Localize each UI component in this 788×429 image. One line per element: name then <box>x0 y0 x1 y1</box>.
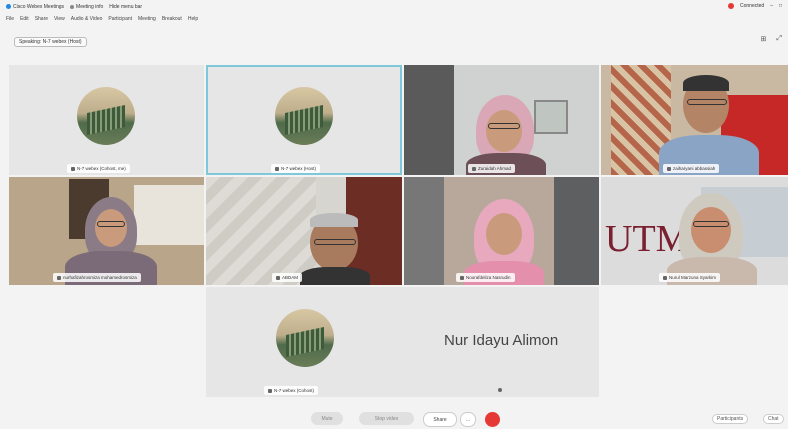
video-tile[interactable]: zaiharyani abbassiah <box>601 65 788 175</box>
meeting-toolbar: Mute Stop video Share ... Participants C… <box>0 410 788 429</box>
video-tile[interactable]: Noorafdeliza Nasrudin <box>404 177 599 285</box>
recording-icon <box>728 3 734 9</box>
avatar <box>275 87 333 145</box>
door-background <box>404 65 454 175</box>
video-tile[interactable]: Zuraidah Ahmad <box>404 65 599 175</box>
mic-icon <box>275 166 279 171</box>
menu-bar: File Edit Share View Audio & Video Parti… <box>6 16 198 22</box>
video-tile[interactable]: UTM Nurul Marzuna Syarkim <box>601 177 788 285</box>
mouse-cursor <box>498 388 502 392</box>
menu-share[interactable]: Share <box>35 16 48 22</box>
menu-edit[interactable]: Edit <box>20 16 29 22</box>
menu-audio-video[interactable]: Audio & Video <box>71 16 103 22</box>
window-controls: Connected – □ <box>728 3 782 9</box>
participant-label: N-7 webex (Cohost) <box>264 386 319 395</box>
participants-button[interactable]: Participants <box>712 414 749 424</box>
video-tile[interactable]: nurhafizahrosmiza mohamedrosmiza <box>9 177 204 285</box>
layout-icon[interactable]: ⊞ <box>761 35 767 43</box>
mute-button[interactable]: Mute <box>311 412 343 425</box>
avatar <box>276 309 334 367</box>
menu-view[interactable]: View <box>54 16 65 22</box>
participant-label: ABDAM <box>272 273 303 282</box>
mic-icon <box>71 166 75 171</box>
video-tile-active[interactable]: N-7 webex (Host) <box>206 65 402 175</box>
chat-button[interactable]: Chat <box>763 414 784 424</box>
mic-icon <box>460 275 464 280</box>
mic-icon <box>57 275 61 280</box>
video-tile[interactable]: ABDAM <box>206 177 402 285</box>
minimize-button[interactable]: – <box>770 3 773 9</box>
participant-label: Zuraidah Ahmad <box>468 164 516 173</box>
participant-label: Nurul Marzuna Syarkim <box>659 273 721 282</box>
meeting-info-button[interactable]: Meeting info <box>70 4 103 10</box>
hide-menu-button[interactable]: Hide menu bar <box>109 4 142 10</box>
app-name: Cisco Webex Meetings <box>13 3 65 10</box>
wall-background <box>206 177 316 285</box>
menu-breakout[interactable]: Breakout <box>162 16 182 22</box>
stop-video-button[interactable]: Stop video <box>359 412 414 425</box>
more-options-button[interactable]: ... <box>460 412 476 427</box>
title-bar: Cisco Webex Meetings Meeting info Hide m… <box>0 0 788 13</box>
window-background <box>534 100 568 134</box>
end-meeting-button[interactable] <box>485 412 500 427</box>
avatar <box>77 87 135 145</box>
participant-label: N-7 webex (Host) <box>271 164 321 173</box>
fullscreen-icon[interactable]: ⤢ <box>776 35 782 43</box>
menu-help[interactable]: Help <box>188 16 198 22</box>
featured-participant-name: Nur Idayu Alimon <box>444 332 559 349</box>
menu-file[interactable]: File <box>6 16 14 22</box>
featured-video-tile[interactable]: Nur Idayu Alimon N-7 webex (Cohost) <box>206 287 599 397</box>
mic-icon <box>276 275 280 280</box>
layout-controls: ⊞ ⤢ <box>761 35 782 43</box>
mic-icon <box>268 388 272 393</box>
webex-logo-icon <box>6 4 11 9</box>
menu-participant[interactable]: Participant <box>108 16 132 22</box>
video-tile[interactable]: N-7 webex (Cohost, me) <box>9 65 204 175</box>
menu-meeting[interactable]: Meeting <box>138 16 156 22</box>
participant-label: N-7 webex (Cohost, me) <box>67 164 130 173</box>
info-icon <box>70 4 75 9</box>
connection-status: Connected <box>740 3 765 9</box>
utm-logo: UTM <box>605 218 690 260</box>
maximize-button[interactable]: □ <box>779 3 782 9</box>
participant-label: nurhafizahrosmiza mohamedrosmiza <box>53 273 141 282</box>
app-title: Cisco Webex Meetings <box>6 4 64 10</box>
mic-icon <box>667 166 671 171</box>
share-button[interactable]: Share <box>423 412 457 427</box>
participant-label: Noorafdeliza Nasrudin <box>456 273 515 282</box>
speaking-indicator: Speaking: N-7 webex (Host) <box>14 37 87 47</box>
mic-icon <box>663 275 667 280</box>
mic-icon <box>472 166 476 171</box>
participant-label: zaiharyani abbassiah <box>663 164 720 173</box>
